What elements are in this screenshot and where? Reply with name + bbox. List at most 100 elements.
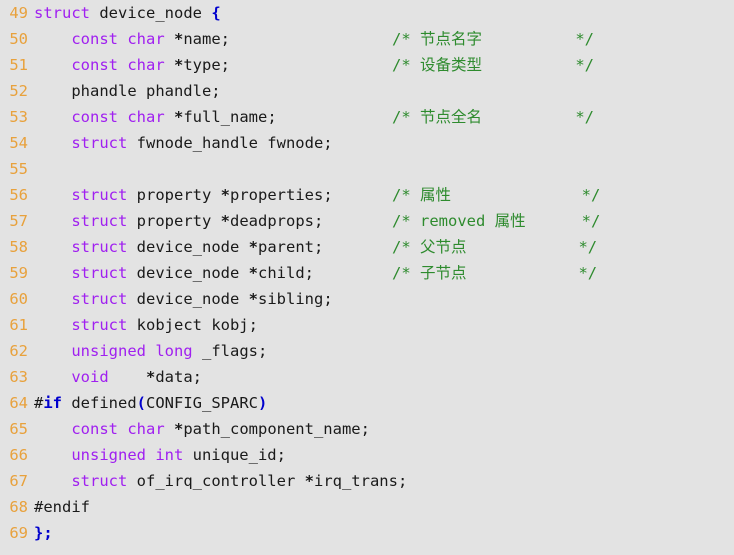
line-number: 57 [9,212,28,230]
token-kw: unsigned int [71,446,184,464]
code-line[interactable]: 55 [0,156,734,182]
token-plain: device_node [127,264,249,282]
token-kw: struct [71,212,128,230]
code-text: #if defined(CONFIG_SPARC) [34,390,267,416]
code-line[interactable]: 61 struct kobject kobj; [0,312,734,338]
line-number: 62 [9,342,28,360]
token-kw: struct [71,186,128,204]
token-star: * [173,56,184,74]
code-line[interactable]: 59 struct device_node *child; /* 子节点 */ [0,260,734,286]
code-listing[interactable]: 49 struct device_node {50 const char *nam… [0,0,734,555]
code-line[interactable]: 67 struct of_irq_controller *irq_trans; [0,468,734,494]
token-ppkw: if [43,394,63,412]
token-brace: }; [34,524,53,542]
line-number: 66 [9,446,28,464]
code-line[interactable]: 64 #if defined(CONFIG_SPARC) [0,390,734,416]
trailing-comment: /* 设备类型 */ [392,56,594,74]
token-kw: struct [71,264,128,282]
token-plain: data; [155,368,202,386]
token-star: * [173,108,184,126]
token-plain: phandle phandle; [71,82,221,100]
line-number: 61 [9,316,28,334]
token-star: * [220,212,230,230]
token-paren: ( [136,394,147,412]
code-text: struct device_node *sibling; [34,286,333,312]
token-star: * [173,420,184,438]
token-kw: const char [71,420,174,438]
line-number: 51 [9,56,28,74]
code-line[interactable]: 58 struct device_node *parent; /* 父节点 */ [0,234,734,260]
code-line[interactable]: 49 struct device_node { [0,0,734,26]
line-number: 64 [9,394,28,412]
trailing-comment: /* 节点名字 */ [392,30,594,48]
code-text: struct kobject kobj; [34,312,258,338]
line-number: 49 [9,4,28,22]
code-line[interactable]: 57 struct property *deadprops; /* removed… [0,208,734,234]
line-number: 55 [9,160,28,178]
token-plain: path_component_name; [183,420,370,438]
code-text: struct of_irq_controller *irq_trans; [34,468,407,494]
code-text: struct property *deadprops; [34,208,323,234]
code-line[interactable]: 53 const char *full_name; /* 节点全名 */ [0,104,734,130]
code-text: struct property *properties; [34,182,332,208]
code-text: const char *full_name; [34,104,277,130]
code-line[interactable]: 68 #endif [0,494,734,520]
trailing-comment: /* 子节点 */ [392,264,598,282]
token-plain: name; [183,30,230,48]
trailing-comment: /* 父节点 */ [392,238,598,256]
code-line[interactable]: 66 unsigned int unique_id; [0,442,734,468]
token-plain: defined [62,394,137,412]
line-number: 58 [9,238,28,256]
token-kw: struct [71,134,128,152]
token-kw: const char [71,108,174,126]
token-plain: unique_id; [183,446,286,464]
code-line[interactable]: 54 struct fwnode_handle fwnode; [0,130,734,156]
code-line[interactable]: 62 unsigned long _flags; [0,338,734,364]
token-plain: property [127,186,221,204]
code-line[interactable]: 51 const char *type; /* 设备类型 */ [0,52,734,78]
token-plain: _flags; [192,342,268,360]
token-plain: sibling; [258,290,333,308]
token-star: * [304,472,314,490]
token-star: * [145,368,156,386]
token-plain: full_name; [183,108,277,126]
code-line[interactable]: 63 void *data; [0,364,734,390]
token-plain: device_node [127,290,249,308]
trailing-comment: /* removed 属性 */ [392,212,601,230]
token-plain: device_node [90,4,212,22]
token-kw: struct [71,238,128,256]
code-line[interactable]: 65 const char *path_component_name; [0,416,734,442]
line-number: 56 [9,186,28,204]
token-plain: fwnode_handle fwnode; [127,134,333,152]
code-text: struct device_node *parent; [34,234,323,260]
code-line[interactable]: 60 struct device_node *sibling; [0,286,734,312]
token-plain: irq_trans; [313,472,408,490]
code-line[interactable]: 50 const char *name; /* 节点名字 */ [0,26,734,52]
token-kw: const char [71,30,174,48]
token-plain: parent; [258,238,324,256]
token-plain: type; [183,56,230,74]
token-plain: kobject kobj; [127,316,258,334]
code-line[interactable]: 69}; [0,520,734,546]
code-line[interactable]: 56 struct property *properties; /* 属性 */ [0,182,734,208]
code-text: }; [34,520,53,546]
token-kw: struct [71,472,128,490]
line-number: 68 [9,498,28,516]
code-text: const char *path_component_name; [34,416,370,442]
line-number: 53 [9,108,28,126]
token-plain: property [127,212,221,230]
code-line[interactable]: 52 phandle phandle; [0,78,734,104]
trailing-comment: /* 属性 */ [392,186,601,204]
